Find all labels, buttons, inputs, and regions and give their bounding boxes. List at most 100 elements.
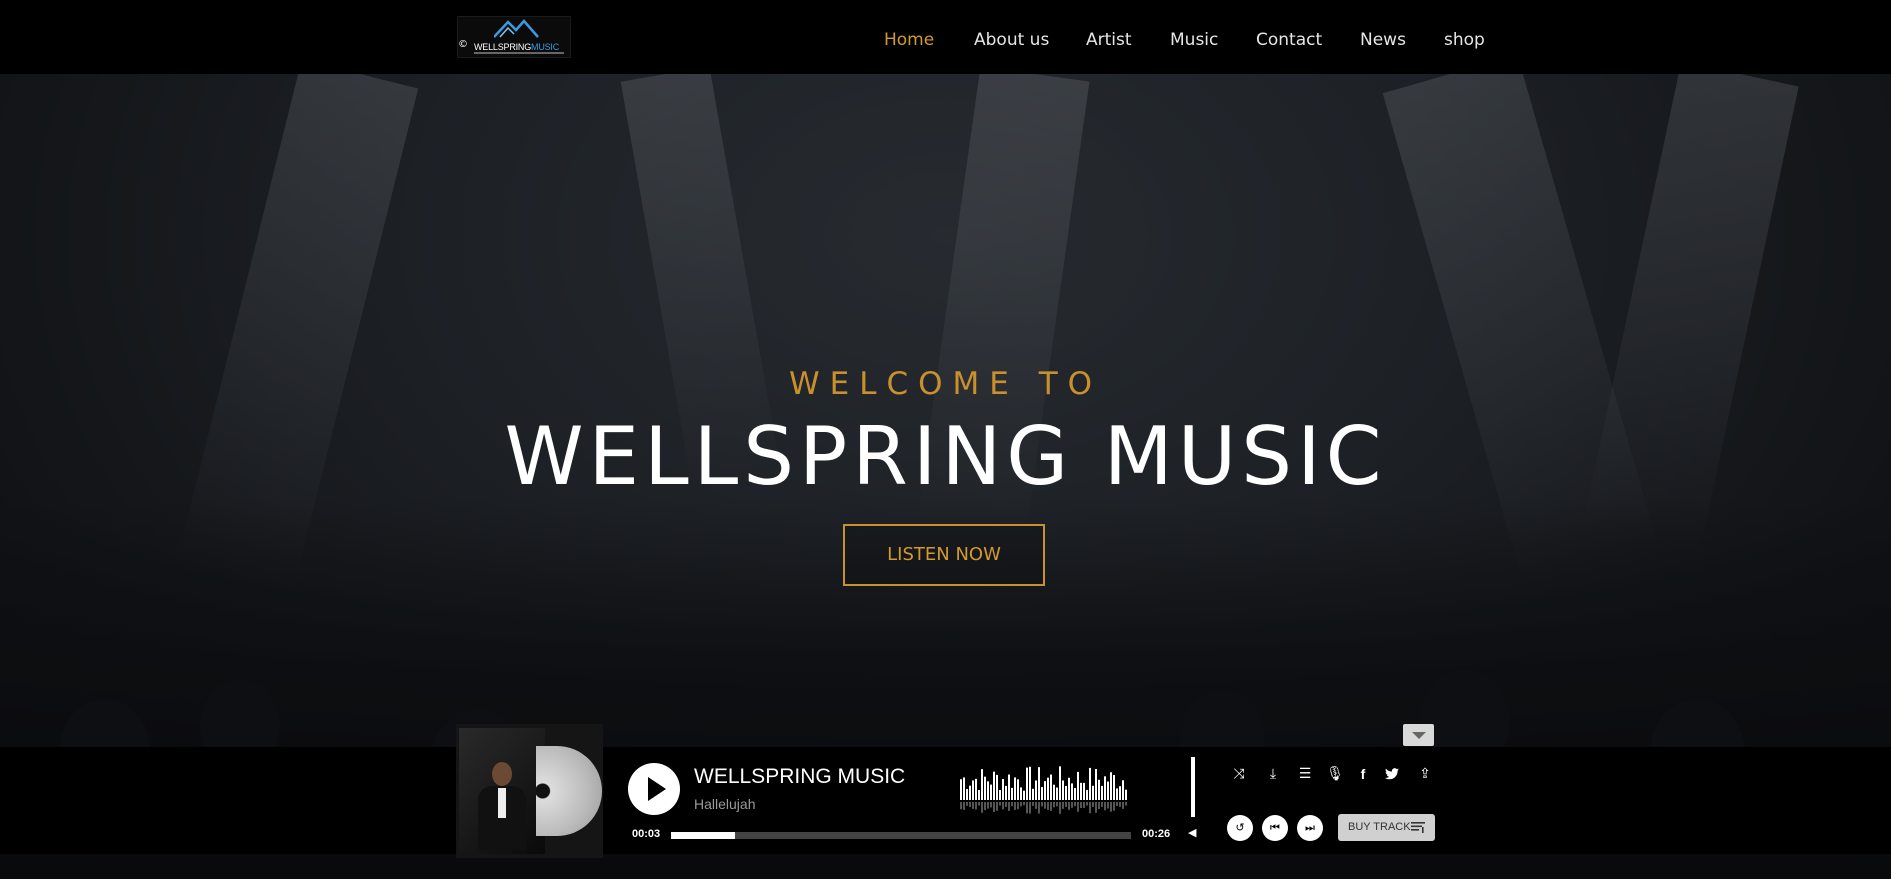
nav-home[interactable]: Home <box>884 30 934 50</box>
nav-news[interactable]: News <box>1360 30 1406 50</box>
play-button[interactable] <box>628 763 680 815</box>
album-cover <box>456 724 603 858</box>
waveform-bar <box>1098 779 1100 800</box>
waveform[interactable] <box>960 766 1128 816</box>
listen-now-button[interactable]: LISTEN NOW <box>843 524 1045 586</box>
twitter-icon[interactable] <box>1381 764 1403 784</box>
waveform-reflection <box>1065 802 1067 807</box>
waveform-bar <box>1017 779 1019 800</box>
previous-button[interactable]: ⏮ <box>1262 815 1288 841</box>
buy-track-button[interactable]: BUY TRACK <box>1338 814 1435 841</box>
waveform-reflection <box>1098 802 1100 810</box>
waveform-bar <box>1101 785 1103 800</box>
waveform-bar <box>1074 788 1076 800</box>
nav-shop[interactable]: shop <box>1444 30 1485 50</box>
nav-music[interactable]: Music <box>1170 30 1218 50</box>
time-total: 00:26 <box>1142 828 1171 840</box>
waveform-reflection <box>1122 802 1124 809</box>
waveform-bar <box>975 778 977 800</box>
waveform-bar <box>1029 766 1031 800</box>
waveform-bar <box>1023 790 1025 800</box>
waveform-bar <box>1104 776 1106 800</box>
waveform-reflection <box>981 802 983 813</box>
mountain-logo-icon <box>494 19 539 38</box>
waveform-bar <box>1116 788 1118 800</box>
waveform-bar <box>993 771 995 800</box>
nav-about-us[interactable]: About us <box>974 30 1049 50</box>
waveform-reflection <box>990 802 992 808</box>
progress-bar[interactable] <box>671 832 1131 839</box>
waveform-bar <box>1113 775 1115 800</box>
waveform-bar <box>1071 783 1073 800</box>
waveform-reflection <box>1101 802 1103 807</box>
next-icon: ⏭ <box>1305 821 1315 834</box>
volume-slider[interactable] <box>1191 757 1195 817</box>
logo-word-1: WELLSPRING <box>474 42 532 52</box>
waveform-bar <box>1092 785 1094 800</box>
share-icon[interactable]: ⇪ <box>1414 764 1436 784</box>
previous-icon: ⏮ <box>1270 821 1280 834</box>
waveform-reflection <box>1059 802 1061 814</box>
nav-artist[interactable]: Artist <box>1086 30 1132 50</box>
waveform-reflection <box>1014 802 1016 810</box>
waveform-reflection <box>1041 802 1043 807</box>
waveform-bar <box>960 779 962 800</box>
waveform-bar <box>987 781 989 800</box>
waveform-reflection <box>1092 802 1094 807</box>
playlist-icon[interactable]: ☰ <box>1294 764 1316 784</box>
waveform-bar <box>1080 782 1082 800</box>
waveform-reflection <box>1056 802 1058 807</box>
microphone-icon[interactable]: 🎙 <box>1324 764 1346 784</box>
repeat-button[interactable]: ↺ <box>1227 815 1253 841</box>
waveform-bar <box>1020 787 1022 800</box>
waveform-bar <box>1089 767 1091 800</box>
waveform-reflection <box>1089 802 1091 814</box>
hero-title: WELLSPRING MUSIC <box>504 410 1387 503</box>
site-logo[interactable]: © WELLSPRINGMUSIC <box>457 16 571 58</box>
waveform-bar <box>999 790 1001 800</box>
waveform-reflection <box>984 802 986 811</box>
waveform-reflection <box>1005 802 1007 807</box>
waveform-reflection <box>1017 802 1019 810</box>
logo-tagline-line <box>474 52 564 54</box>
download-icon[interactable]: ⤓ <box>1262 764 1284 784</box>
waveform-bar <box>1050 774 1052 800</box>
waveform-bar <box>1035 780 1037 800</box>
waveform-reflection <box>1062 802 1064 809</box>
waveform-reflection <box>1002 802 1004 810</box>
waveform-reflection <box>972 802 974 809</box>
waveform-reflection <box>966 802 968 806</box>
waveform-reflection <box>999 802 1001 806</box>
top-navbar: © WELLSPRINGMUSIC Home About us Artist M… <box>0 0 1891 74</box>
facebook-icon[interactable]: f <box>1352 764 1374 784</box>
waveform-reflection <box>960 802 962 810</box>
waveform-bar <box>972 780 974 800</box>
waveform-reflection <box>996 802 998 811</box>
waveform-bar <box>966 788 968 800</box>
waveform-bar <box>1038 767 1040 800</box>
waveform-reflection <box>1086 802 1088 806</box>
waveform-bar <box>1068 777 1070 800</box>
track-subtitle: Hallelujah <box>694 796 756 812</box>
waveform-reflection <box>1068 802 1070 810</box>
volume-icon[interactable]: ◀ <box>1188 826 1196 839</box>
waveform-reflection <box>975 802 977 810</box>
waveform-reflection <box>963 802 965 810</box>
waveform-bar <box>1119 786 1121 800</box>
waveform-bar <box>1002 779 1004 800</box>
nav-contact[interactable]: Contact <box>1256 30 1322 50</box>
collapse-player-button[interactable] <box>1403 724 1434 746</box>
waveform-bar <box>1056 787 1058 800</box>
waveform-reflection <box>1035 802 1037 809</box>
waveform-reflection <box>1011 802 1013 807</box>
waveform-bar <box>1110 772 1112 800</box>
next-button[interactable]: ⏭ <box>1297 815 1323 841</box>
waveform-bar <box>1044 781 1046 800</box>
waveform-bar <box>1107 781 1109 800</box>
waveform-reflection <box>1050 802 1052 811</box>
shuffle-icon[interactable]: ⤨ <box>1228 764 1250 784</box>
waveform-reflection <box>1047 802 1049 810</box>
cd-disc-icon <box>536 746 602 836</box>
waveform-bar <box>1041 787 1043 800</box>
waveform-reflection <box>1125 802 1127 806</box>
